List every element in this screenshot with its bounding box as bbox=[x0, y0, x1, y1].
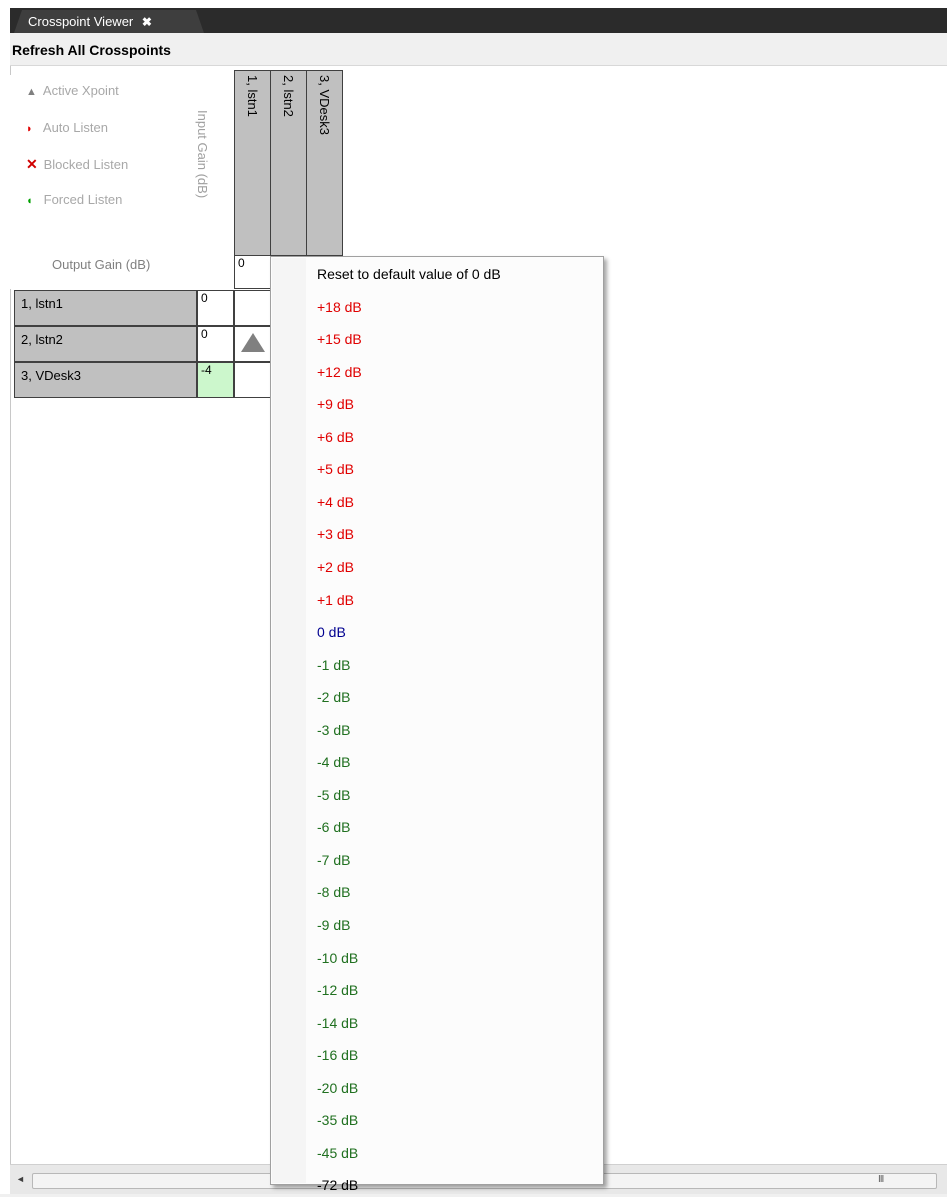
menu-item-gain[interactable]: +12 dB bbox=[317, 356, 362, 388]
triangle-up-icon: ▲ bbox=[26, 86, 37, 98]
column-header-1[interactable]: 1, lstn1 bbox=[234, 70, 271, 256]
menu-item-gain[interactable]: +2 dB bbox=[317, 551, 354, 583]
menu-item-gain[interactable]: -1 dB bbox=[317, 649, 350, 681]
legend-item-auto-listen: ◗ Auto Listen bbox=[26, 120, 108, 135]
menu-item-gain[interactable]: -72 dB bbox=[317, 1169, 358, 1197]
column-header-2[interactable]: 2, lstn2 bbox=[270, 70, 307, 256]
half-circle-right-icon: ◗ bbox=[26, 123, 33, 135]
row-header-2[interactable]: 2, lstn2 bbox=[14, 326, 197, 362]
tab-crosspoint-viewer[interactable]: Crosspoint Viewer ✖ bbox=[14, 10, 204, 33]
menu-item-gain[interactable]: -5 dB bbox=[317, 779, 350, 811]
toolbar: Refresh All Crosspoints bbox=[10, 33, 947, 66]
tab-strip: Crosspoint Viewer ✖ bbox=[0, 0, 947, 33]
menu-item-gain[interactable]: +1 dB bbox=[317, 584, 354, 616]
legend-item-blocked-listen: ✕ Blocked Listen bbox=[26, 156, 128, 173]
menu-item-gain[interactable]: +9 dB bbox=[317, 388, 354, 420]
column-label: 1, lstn1 bbox=[245, 75, 260, 117]
grip-icon: III bbox=[878, 1174, 884, 1185]
x-mark-icon: ✕ bbox=[26, 156, 38, 172]
menu-item-gain[interactable]: -7 dB bbox=[317, 844, 350, 876]
refresh-all-crosspoints-button[interactable]: Refresh All Crosspoints bbox=[10, 39, 173, 61]
menu-item-gain[interactable]: -12 dB bbox=[317, 974, 358, 1006]
column-header-3[interactable]: 3, VDesk3 bbox=[306, 70, 343, 256]
menu-item-gain[interactable]: -8 dB bbox=[317, 876, 350, 908]
input-gain-cell-2[interactable]: 0 bbox=[197, 326, 234, 362]
menu-item-gain[interactable]: -6 dB bbox=[317, 811, 350, 843]
row-header-3[interactable]: 3, VDesk3 bbox=[14, 362, 197, 398]
legend-label: Active Xpoint bbox=[42, 83, 119, 98]
legend-item-forced-listen: ◖ Forced Listen bbox=[26, 192, 122, 207]
crosspoint-cell-active[interactable] bbox=[234, 326, 271, 362]
legend-label: Auto Listen bbox=[42, 120, 108, 135]
menu-item-gain[interactable]: -45 dB bbox=[317, 1137, 358, 1169]
menu-item-gain[interactable]: +5 dB bbox=[317, 453, 354, 485]
column-label: 2, lstn2 bbox=[281, 75, 296, 117]
half-circle-left-icon: ◖ bbox=[26, 195, 33, 207]
legend-label: Blocked Listen bbox=[43, 157, 129, 172]
menu-item-gain[interactable]: -10 dB bbox=[317, 942, 358, 974]
output-gain-label: Output Gain (dB) bbox=[52, 257, 151, 272]
menu-item-gain[interactable]: +6 dB bbox=[317, 421, 354, 453]
menu-item-gain[interactable]: -4 dB bbox=[317, 746, 350, 778]
menu-item-gain[interactable]: +15 dB bbox=[317, 323, 362, 355]
legend-item-active-xpoint: ▲ Active Xpoint bbox=[26, 83, 119, 98]
menu-item-gain[interactable]: -35 dB bbox=[317, 1104, 358, 1136]
input-gain-header: Input Gain (dB) bbox=[195, 110, 210, 220]
menu-item-gain[interactable]: +3 dB bbox=[317, 518, 354, 550]
column-label: 3, VDesk3 bbox=[317, 75, 332, 135]
close-icon[interactable]: ✖ bbox=[142, 15, 152, 29]
menu-item-gain[interactable]: -14 dB bbox=[317, 1007, 358, 1039]
input-gain-cell-3[interactable]: -4 bbox=[197, 362, 234, 398]
gain-context-menu: Reset to default value of 0 dB +18 dB +15 … bbox=[270, 256, 604, 1193]
legend-label: Forced Listen bbox=[43, 192, 123, 207]
scroll-left-icon[interactable]: ◄ bbox=[16, 1174, 28, 1188]
crosspoint-cell[interactable] bbox=[234, 362, 271, 398]
tab-title: Crosspoint Viewer bbox=[28, 14, 134, 29]
menu-item-gain[interactable]: -3 dB bbox=[317, 714, 350, 746]
output-gain-cell-1[interactable]: 0 bbox=[234, 255, 271, 289]
menu-icon-gutter bbox=[272, 258, 306, 1183]
menu-item-gain[interactable]: -20 dB bbox=[317, 1072, 358, 1104]
menu-item-gain[interactable]: -9 dB bbox=[317, 909, 350, 941]
input-gain-cell-1[interactable]: 0 bbox=[197, 290, 234, 326]
menu-item-gain[interactable]: -16 dB bbox=[317, 1039, 358, 1071]
menu-item-gain[interactable]: Reset to default value of 0 dB bbox=[317, 258, 501, 290]
menu-item-gain[interactable]: 0 dB bbox=[317, 616, 346, 648]
input-gain-label: Input Gain (dB) bbox=[195, 110, 210, 199]
row-header-1[interactable]: 1, lstn1 bbox=[14, 290, 197, 326]
crosspoint-cell[interactable] bbox=[234, 290, 271, 326]
active-xpoint-icon bbox=[241, 333, 265, 352]
menu-item-gain[interactable]: -2 dB bbox=[317, 681, 350, 713]
menu-item-gain[interactable]: +4 dB bbox=[317, 486, 354, 518]
menu-item-gain[interactable]: +18 dB bbox=[317, 291, 362, 323]
